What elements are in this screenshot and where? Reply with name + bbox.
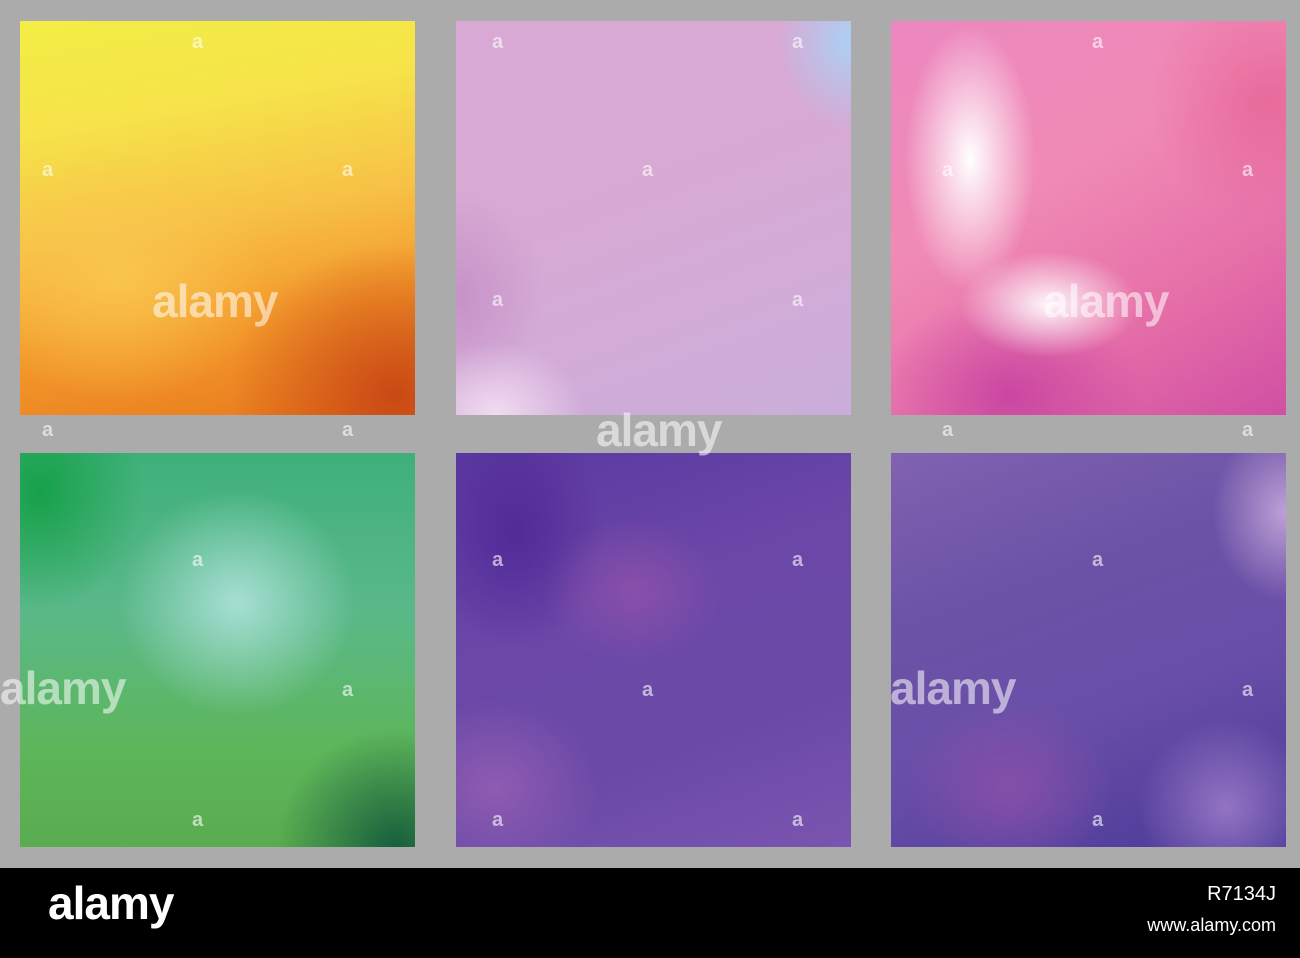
watermark-mark: a [642,159,654,181]
image-id: R7134J [1207,883,1276,905]
watermark-mark: a [792,289,804,311]
gradient-tile-lavender [456,21,851,415]
watermark-mark: a [942,159,954,181]
gradient-tile-green-teal [20,453,415,847]
watermark-mark: a [1242,419,1254,441]
watermark-text: alamy [596,404,722,456]
watermark-mark: a [492,549,504,571]
watermark-mark: a [792,31,804,53]
watermark-mark: a [792,809,804,831]
watermark-mark: a [942,419,954,441]
watermark-mark: a [1092,31,1104,53]
watermark-mark: a [192,31,204,53]
watermark-mark: a [42,159,54,181]
watermark-mark: a [492,809,504,831]
watermark-text: alamy [0,662,126,714]
watermark-text: alamy [152,275,278,327]
watermark-mark: a [492,31,504,53]
watermark-text: alamy [890,662,1016,714]
alamy-logo: alamy [48,877,174,929]
watermark-mark: a [342,159,354,181]
watermark-mark: a [492,289,504,311]
footer-bar: alamy R7134J www.alamy.com [0,868,1300,958]
watermark-mark: a [792,549,804,571]
watermark-mark: a [342,679,354,701]
watermark-mark: a [192,549,204,571]
watermark-text: alamy [1043,275,1169,327]
gradient-tile-pink-swirl [891,21,1286,415]
gradient-tile-yellow-orange [20,21,415,415]
gradient-tile-violet-swirl [891,453,1286,847]
watermark-mark: a [1092,549,1104,571]
watermark-mark: a [642,679,654,701]
watermark-mark: a [192,809,204,831]
gradient-tile-purple-swirl [456,453,851,847]
watermark-mark: a [42,419,54,441]
site-url: www.alamy.com [1147,915,1276,935]
watermark-mark: a [1242,679,1254,701]
image-canvas: alamy alamy alamy alamy alamy a a a a a … [0,0,1300,868]
watermark-mark: a [342,419,354,441]
watermark-mark: a [1242,159,1254,181]
watermark-mark: a [1092,809,1104,831]
